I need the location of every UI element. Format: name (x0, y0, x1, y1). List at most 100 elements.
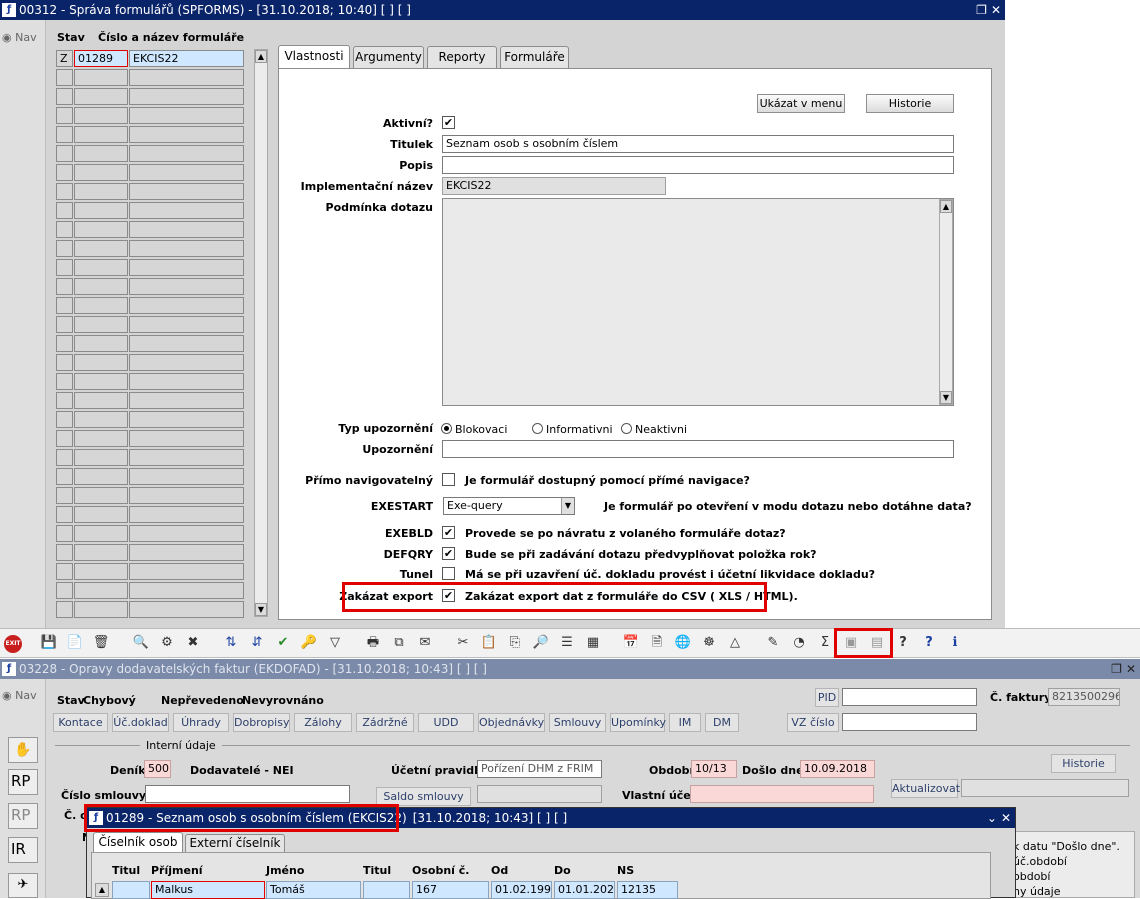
list-cell-nazev[interactable] (129, 392, 244, 409)
toolbar-button-4[interactable]: Zálohy (294, 713, 352, 732)
grid-icon[interactable]: ▦ (584, 634, 602, 652)
row-do[interactable]: 01.01.2020 (554, 881, 615, 899)
exebld-checkbox[interactable]: ✔ (442, 526, 455, 539)
list-cell-cislo[interactable] (74, 297, 128, 314)
list-cell-nazev[interactable] (129, 430, 244, 447)
ekdofad-titlebar[interactable]: ƒ 03228 - Opravy dodavatelských faktur (… (0, 659, 1140, 679)
list-cell-stav[interactable] (56, 468, 73, 485)
list-cell-nazev[interactable] (129, 582, 244, 599)
list-cell-nazev[interactable] (129, 126, 244, 143)
toolbar-button-1[interactable]: Úč.doklad (112, 713, 169, 732)
exestart-select[interactable]: Exe-query (443, 497, 575, 515)
radio-informativni[interactable] (532, 423, 543, 434)
smlouva-field[interactable] (145, 785, 350, 803)
list-cell-nazev[interactable] (129, 164, 244, 181)
obdobi-field[interactable]: 10/13 (691, 760, 737, 778)
list-cell-nazev[interactable] (129, 107, 244, 124)
print-icon[interactable]: 🖶 (364, 634, 382, 652)
sort-desc-icon[interactable]: ⇵ (248, 634, 266, 652)
ucetni-field[interactable]: Pořízení DHM z FRIM (477, 760, 602, 778)
historie-button[interactable]: Historie (866, 94, 954, 113)
list-icon[interactable]: ☰ (558, 634, 576, 652)
context-help-icon[interactable]: ? (920, 634, 938, 652)
list-cell-cislo[interactable] (74, 506, 128, 523)
list-cell-stav[interactable] (56, 221, 73, 238)
filter-icon[interactable]: ▽ (326, 634, 344, 652)
list-cell-cislo[interactable] (74, 88, 128, 105)
list-cell-cislo[interactable] (74, 126, 128, 143)
podminka-textarea[interactable] (442, 198, 954, 406)
tab-reporty[interactable]: Reporty (427, 46, 497, 68)
list-cell-cislo[interactable] (74, 544, 128, 561)
list-cell-stav[interactable] (56, 107, 73, 124)
list-cell-cislo[interactable] (74, 373, 128, 390)
close-icon[interactable]: ✕ (991, 3, 1001, 17)
chart-icon[interactable]: ◔ (790, 634, 808, 652)
popis-field[interactable] (442, 156, 954, 174)
list-cell-nazev[interactable] (129, 221, 244, 238)
nav-item[interactable]: ◉ Nav (2, 31, 37, 44)
list-cell-stav[interactable] (56, 392, 73, 409)
toolbar-button-5[interactable]: Zádržné (356, 713, 414, 732)
list-cell-nazev[interactable] (129, 278, 244, 295)
list-cell-stav[interactable] (56, 259, 73, 276)
list-cell-stav[interactable] (56, 316, 73, 333)
radio-neaktivni[interactable] (621, 423, 632, 434)
query-icon[interactable]: 🔍 (132, 634, 150, 652)
restore-icon[interactable]: ❐ (1111, 662, 1122, 676)
globe-icon[interactable]: 🌐 (674, 634, 692, 652)
key-icon[interactable]: 🔑 (300, 634, 318, 652)
list-cell-nazev[interactable] (129, 544, 244, 561)
scroll-up-icon[interactable]: ▲ (940, 200, 952, 213)
exit-button[interactable]: EXIT (4, 635, 22, 653)
row-jmeno[interactable]: Tomáš (266, 881, 361, 899)
doslo-field[interactable]: 10.09.2018 (800, 760, 875, 778)
podminka-scrollbar[interactable]: ▲ ▼ (939, 199, 953, 405)
row-od[interactable]: 01.02.1999 (491, 881, 552, 899)
list-cell-cislo[interactable] (74, 107, 128, 124)
list-cell-cislo[interactable] (74, 582, 128, 599)
pid-button[interactable]: PID (815, 688, 839, 707)
list-scrollbar[interactable]: ▲ ▼ (254, 49, 268, 617)
aktualizovat-button[interactable]: Aktualizovat (891, 779, 960, 798)
list-cell-stav[interactable] (56, 164, 73, 181)
list-cell-nazev[interactable] (129, 297, 244, 314)
list-cell-nazev[interactable] (129, 506, 244, 523)
row-osobni[interactable]: 167 (412, 881, 489, 899)
list-cell-stav[interactable] (56, 335, 73, 352)
upozorneni-field[interactable] (442, 440, 954, 458)
list-cell-stav[interactable] (56, 582, 73, 599)
vlastni-field[interactable] (690, 785, 874, 803)
list-cell-cislo[interactable] (74, 69, 128, 86)
close-icon[interactable]: ✕ (1126, 662, 1136, 676)
row-titul2[interactable] (363, 881, 410, 899)
list-cell-cislo[interactable] (74, 335, 128, 352)
hand-icon[interactable]: ✋ (8, 737, 38, 763)
list-cell-stav[interactable] (56, 525, 73, 542)
list-cell-nazev[interactable] (129, 373, 244, 390)
list-cell-cislo[interactable] (74, 145, 128, 162)
list-cell-nazev[interactable] (129, 563, 244, 580)
list-cell-nazev[interactable] (129, 449, 244, 466)
row-titul[interactable] (112, 881, 150, 899)
list-cell-cislo[interactable] (74, 563, 128, 580)
list-cell-cislo[interactable] (74, 164, 128, 181)
pid-field[interactable] (842, 688, 977, 706)
show-in-menu-button[interactable]: Ukázat v menu (757, 94, 845, 113)
sort-asc-icon[interactable]: ⇅ (222, 634, 240, 652)
nav-item[interactable]: ◉ Nav (2, 689, 37, 702)
toolbar-button-11[interactable]: DM (705, 713, 739, 732)
list-cell-cislo[interactable] (74, 354, 128, 371)
list-cell-nazev[interactable] (129, 316, 244, 333)
list-cell-cislo[interactable] (74, 487, 128, 504)
tunel-checkbox[interactable] (442, 567, 455, 580)
toolbar-button-8[interactable]: Smlouvy (549, 713, 606, 732)
list-cell-stav[interactable] (56, 183, 73, 200)
list-cell-stav[interactable] (56, 240, 73, 257)
wheel-icon[interactable]: ☸ (700, 634, 718, 652)
list-cell-stav[interactable] (56, 506, 73, 523)
list-cell-nazev[interactable] (129, 411, 244, 428)
list-cell-stav[interactable] (56, 297, 73, 314)
ir-icon[interactable]: IR (8, 837, 38, 863)
list-cell-stav[interactable] (56, 69, 73, 86)
